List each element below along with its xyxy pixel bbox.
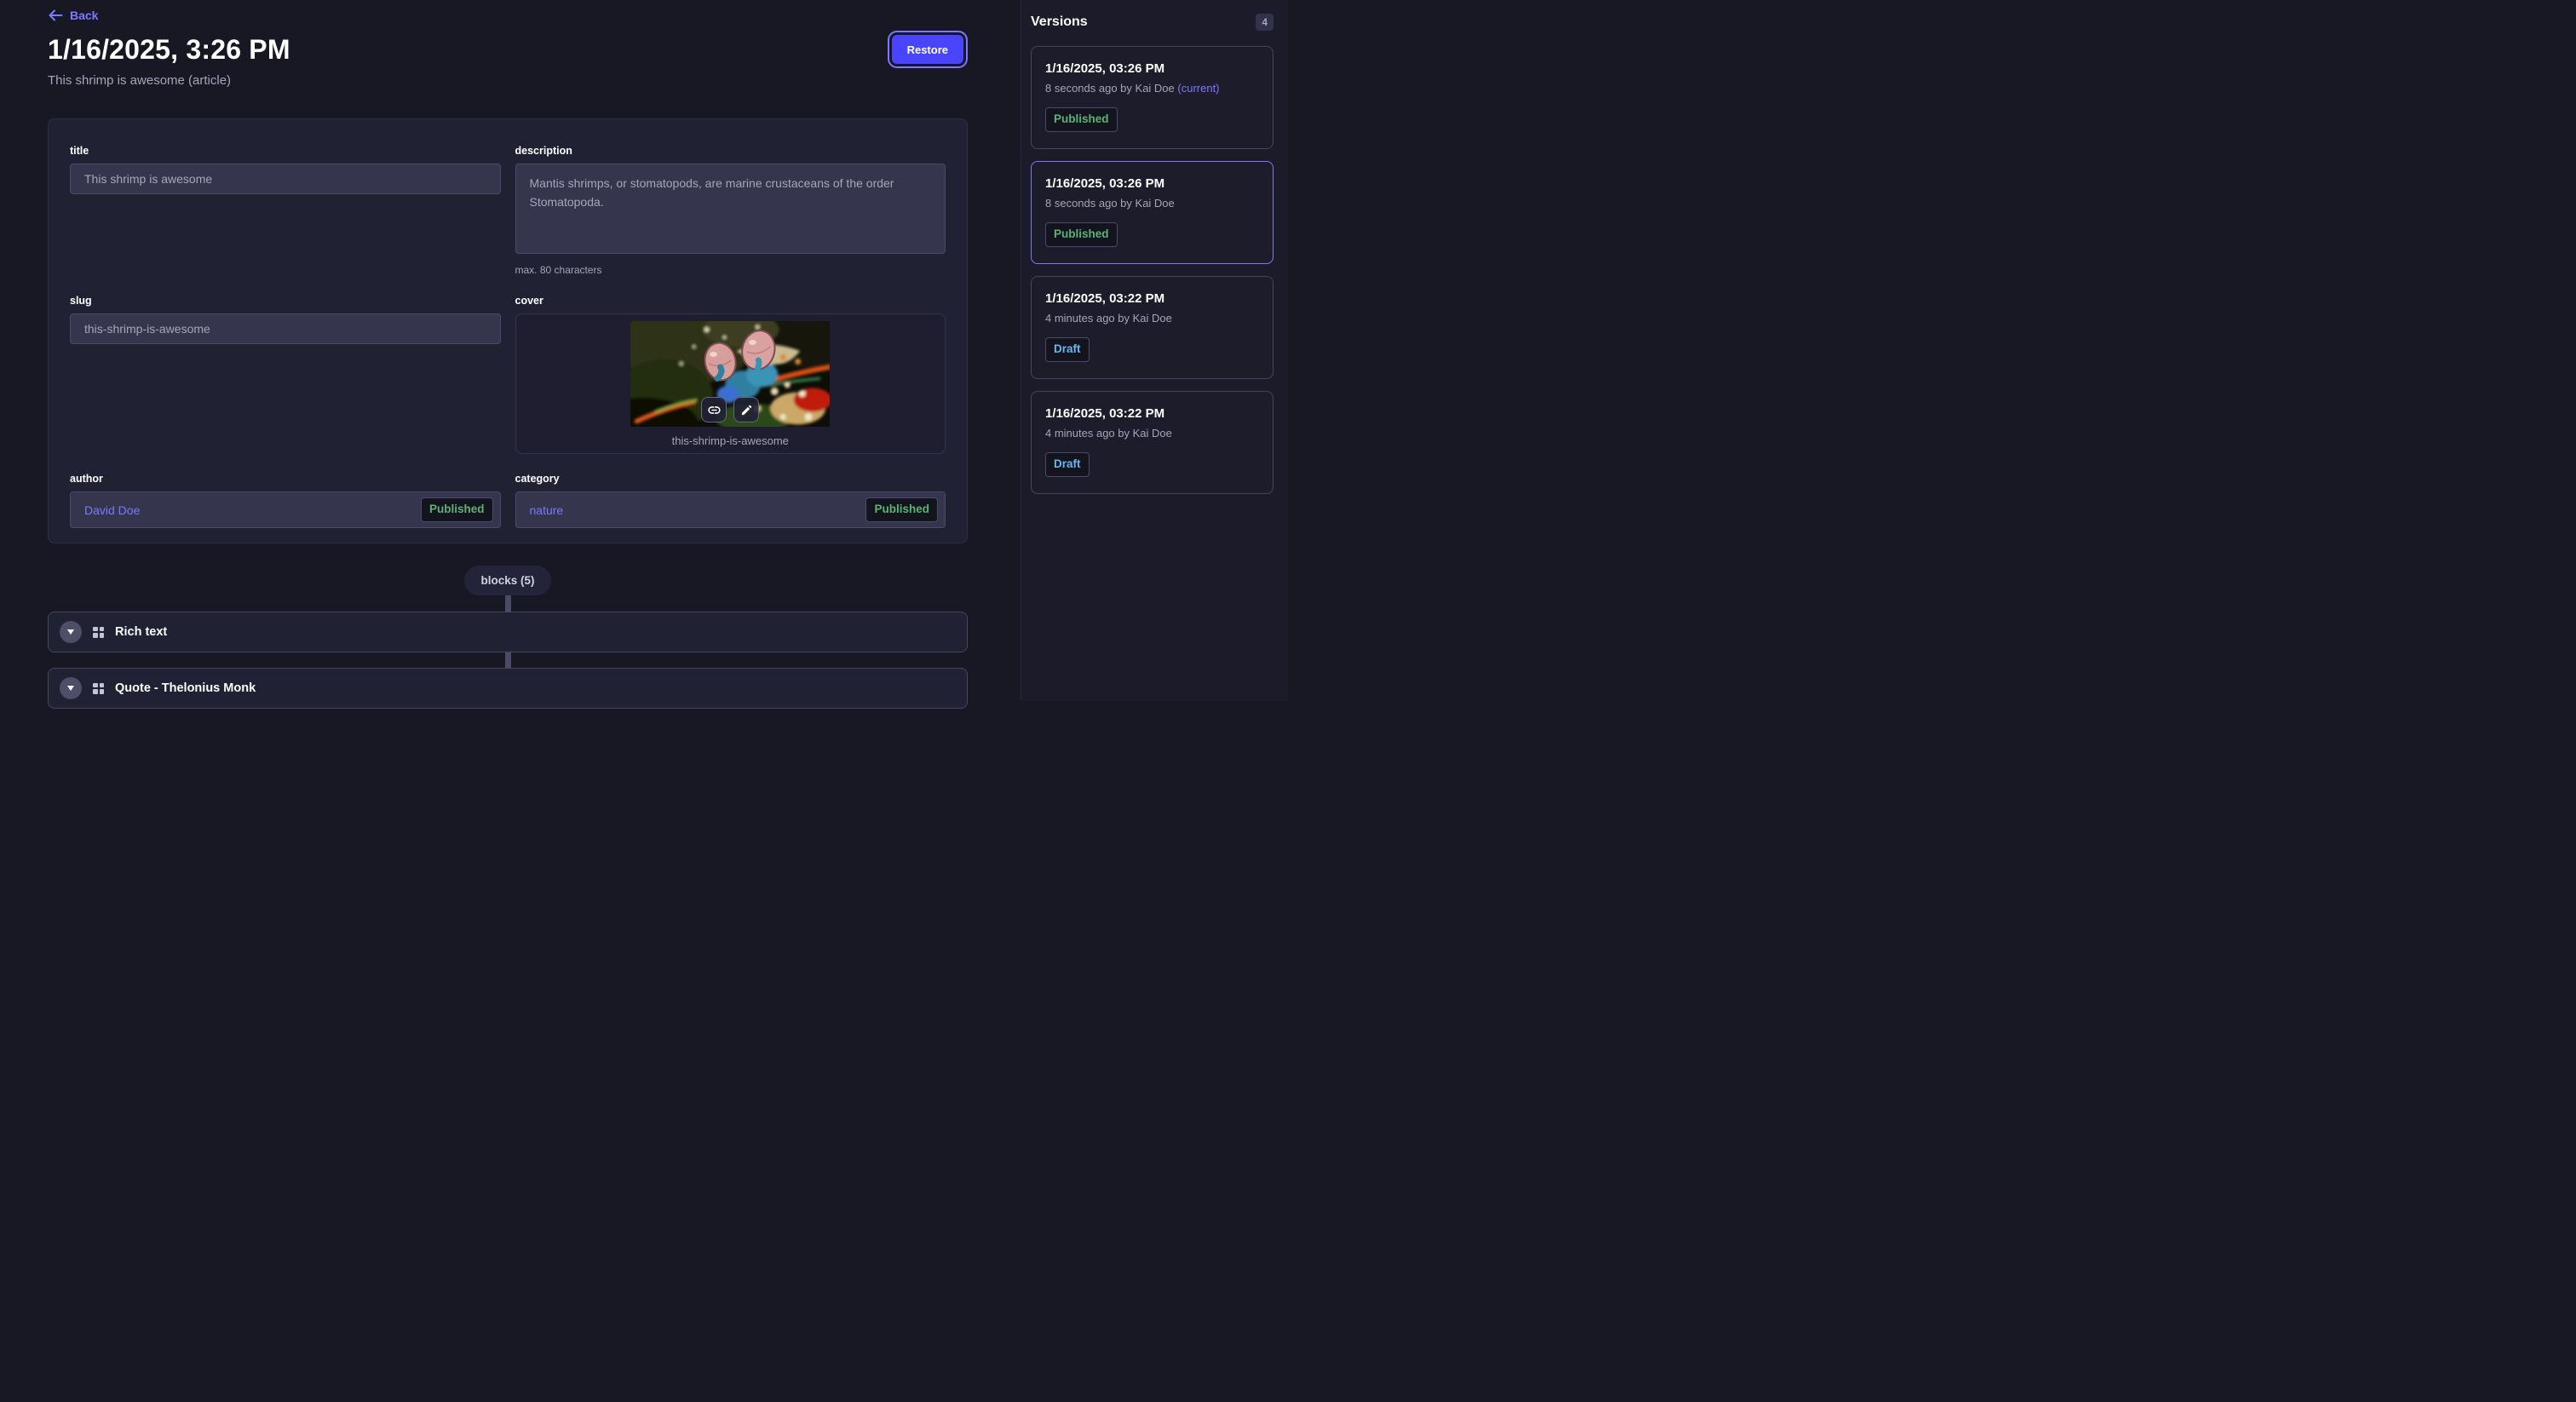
version-status-badge: Draft <box>1045 337 1090 362</box>
restore-button-focus-ring: Restore <box>888 31 968 68</box>
version-form-card: title description Mantis shrimps, or sto… <box>48 118 968 543</box>
author-label: author <box>70 473 501 485</box>
version-status-badge: Draft <box>1045 452 1090 477</box>
drag-handle-icon[interactable] <box>93 627 104 638</box>
versions-header: Versions 4 <box>1021 0 1288 39</box>
blocks-connector-line <box>505 595 511 612</box>
author-relation-box: David Doe Published <box>70 491 501 528</box>
version-meta: 8 seconds ago by Kai Doe <box>1045 197 1259 210</box>
category-label: category <box>515 473 946 485</box>
back-link[interactable]: Back <box>48 9 98 22</box>
field-description: description Mantis shrimps, or stomatopo… <box>515 145 946 276</box>
field-category: category nature Published <box>515 473 946 528</box>
cover-caption: this-shrimp-is-awesome <box>672 434 789 447</box>
back-label: Back <box>70 9 98 22</box>
link-icon <box>707 403 722 417</box>
field-title: title <box>70 145 501 194</box>
cover-image <box>630 321 830 427</box>
version-meta: 8 seconds ago by Kai Doe (current) <box>1045 82 1259 95</box>
back-arrow-icon <box>48 9 63 22</box>
version-card[interactable]: 1/16/2025, 03:22 PM 4 minutes ago by Kai… <box>1031 276 1274 379</box>
version-timestamp: 1/16/2025, 03:22 PM <box>1045 291 1259 306</box>
field-slug: slug <box>70 295 501 344</box>
blocks-section: blocks (5) Rich text Quote - Thelonius M… <box>48 566 968 709</box>
page-title: 1/16/2025, 3:26 PM <box>48 34 290 66</box>
version-status-badge: Published <box>1045 107 1118 132</box>
collapse-block-button[interactable] <box>60 677 82 699</box>
version-card[interactable]: 1/16/2025, 03:22 PM 4 minutes ago by Kai… <box>1031 391 1274 494</box>
collapse-block-button[interactable] <box>60 621 82 643</box>
pencil-icon <box>740 404 753 417</box>
edit-image-button[interactable] <box>733 397 759 422</box>
version-current-label: (current) <box>1177 82 1219 95</box>
blocks-connector-line <box>505 652 511 668</box>
version-timestamp: 1/16/2025, 03:26 PM <box>1045 176 1259 191</box>
title-label: title <box>70 145 501 157</box>
author-relation-link[interactable]: David Doe <box>84 503 140 517</box>
blocks-count-pill: blocks (5) <box>464 566 550 595</box>
chevron-down-icon <box>67 629 74 635</box>
version-meta: 4 minutes ago by Kai Doe <box>1045 427 1259 440</box>
version-status-badge: Published <box>1045 222 1118 247</box>
category-relation-box: nature Published <box>515 491 946 528</box>
copy-link-button[interactable] <box>701 397 727 422</box>
field-author: author David Doe Published <box>70 473 501 528</box>
chevron-down-icon <box>67 686 74 691</box>
versions-sidebar: Versions 4 1/16/2025, 03:26 PM 8 seconds… <box>1021 0 1288 701</box>
version-card[interactable]: 1/16/2025, 03:26 PM 8 seconds ago by Kai… <box>1031 46 1274 149</box>
version-card[interactable]: 1/16/2025, 03:26 PM 8 seconds ago by Kai… <box>1031 161 1274 264</box>
description-textarea[interactable]: Mantis shrimps, or stomatopods, are mari… <box>515 164 946 254</box>
author-status-badge: Published <box>421 497 493 522</box>
category-relation-link[interactable]: nature <box>530 503 564 517</box>
description-label: description <box>515 145 946 157</box>
title-input[interactable] <box>70 164 501 194</box>
restore-button[interactable]: Restore <box>892 35 963 64</box>
category-status-badge: Published <box>865 497 938 522</box>
versions-count-badge: 4 <box>1256 14 1274 31</box>
cover-image-actions <box>701 397 759 422</box>
block-accordion[interactable]: Quote - Thelonius Monk <box>48 668 968 709</box>
version-meta: 4 minutes ago by Kai Doe <box>1045 312 1259 325</box>
slug-label: slug <box>70 295 501 307</box>
page-subtitle: This shrimp is awesome (article) <box>48 73 231 88</box>
version-timestamp: 1/16/2025, 03:26 PM <box>1045 61 1259 76</box>
block-accordion[interactable]: Rich text <box>48 612 968 652</box>
cover-media-card: this-shrimp-is-awesome <box>515 313 946 454</box>
versions-title: Versions <box>1031 14 1088 30</box>
field-cover: cover <box>515 295 946 454</box>
versions-list: 1/16/2025, 03:26 PM 8 seconds ago by Kai… <box>1021 39 1288 494</box>
slug-input[interactable] <box>70 313 501 344</box>
drag-handle-icon[interactable] <box>93 683 104 694</box>
blocks-list: Rich text Quote - Thelonius Monk <box>48 612 968 709</box>
block-label: Rich text <box>115 625 167 639</box>
main-content: Back 1/16/2025, 3:26 PM This shrimp is a… <box>0 0 1021 701</box>
description-hint: max. 80 characters <box>515 264 946 276</box>
version-timestamp: 1/16/2025, 03:22 PM <box>1045 406 1259 421</box>
block-label: Quote - Thelonius Monk <box>115 681 256 695</box>
cover-label: cover <box>515 295 946 307</box>
